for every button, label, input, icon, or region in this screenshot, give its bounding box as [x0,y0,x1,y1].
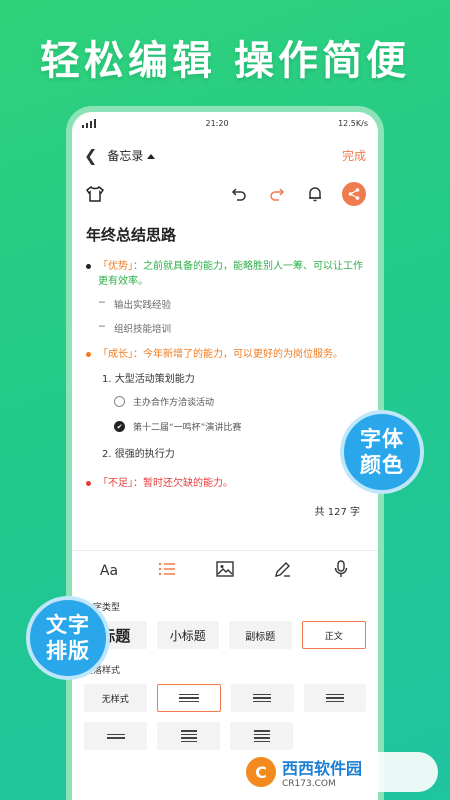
status-bar: 21:20 12.5K/s [72,112,378,134]
note-title[interactable]: 年终总结思路 [86,224,364,245]
list-icon [158,562,175,575]
weakness-label: 「不足」 [98,478,133,489]
status-time: 21:20 [205,118,229,128]
reminder-bell-icon[interactable] [304,183,326,205]
task-item-unchecked[interactable]: 主办合作方洽谈活动 [114,395,364,408]
paragraph-style-row-2 [84,722,366,750]
format-panel: 文字类型 标题 小标题 副标题 正文 段落样式 无样式 [72,590,378,750]
microphone-icon [334,559,348,577]
watermark-logo-icon: C [246,757,276,787]
nav-bar: ❮ 备忘录 完成 [72,134,378,176]
indent-icon [180,730,197,742]
task-item-checked[interactable]: ✔ 第十二届“一鸣杯”演讲比赛 [114,420,364,433]
checklist-option[interactable] [84,722,147,750]
checklist-icon [106,733,125,739]
insert-image-tab[interactable] [210,560,240,581]
back-icon[interactable]: ❮ [84,146,97,165]
outdent-icon [253,730,270,742]
weakness-text: ：暂时还欠缺的能力。 [133,478,233,489]
status-speed: 12.5K/s [338,118,368,128]
font-style-tab[interactable]: Aa [94,563,124,579]
numbered-list-option[interactable] [303,684,366,712]
note-content[interactable]: 年终总结思路 「优势」：之前就具备的能力，能略胜别人一筹、可以让工作更有效率。 … [72,212,378,518]
redo-icon[interactable] [266,183,288,205]
font-color-badge: 字体 颜色 [340,410,424,494]
share-icon [348,188,360,200]
pen-icon [275,561,290,577]
paragraph-style-label: 段落样式 [84,666,121,676]
phone-frame: 21:20 12.5K/s ❮ 备忘录 完成 年终总结思路 「优势」：之前就具备… [66,106,384,800]
checkbox-empty-icon[interactable] [114,396,125,407]
voice-input-tab[interactable] [326,559,356,582]
numbered-item-2[interactable]: 2. 很强的执行力 [102,445,364,460]
indent-option[interactable] [157,722,220,750]
advantage-text: ：之前就具备的能力，能略胜别人一筹、可以让工作更有效率。 [98,261,363,287]
outdent-option[interactable] [230,722,293,750]
bullet-advantage[interactable]: 「优势」：之前就具备的能力，能略胜别人一筹、可以让工作更有效率。 [86,259,364,289]
theme-shirt-icon[interactable] [84,183,106,205]
no-style-option[interactable]: 无样式 [84,684,147,712]
body-text-option[interactable]: 正文 [301,621,366,649]
text-type-options: 标题 小标题 副标题 正文 [84,621,366,649]
growth-label: 「成长」 [98,349,133,360]
bullet-list-icon [178,693,199,703]
numbered-list-icon [325,693,344,703]
watermark: C 西西软件园 CR173.COM [238,752,438,792]
list-format-tab[interactable] [152,562,182,580]
signal-icon [82,118,96,128]
paragraph-style-row-1: 无样式 [84,684,366,712]
image-icon [216,560,234,577]
share-button[interactable] [342,182,366,206]
undo-icon[interactable] [228,183,250,205]
subheading-option[interactable]: 小标题 [156,621,219,649]
bullet-weakness[interactable]: 「不足」：暂时还欠缺的能力。 [86,476,364,491]
bullet-growth[interactable]: 「成长」：今年新增了的能力，可以更好的为岗位服务。 [86,347,364,362]
dash-list-icon [253,693,272,703]
format-tabs: Aa [72,550,378,590]
edit-toolbar [72,176,378,212]
promo-headline: 轻松编辑 操作简便 [40,38,410,84]
advantage-label: 「优势」 [98,261,133,272]
numbered-item-1[interactable]: 1. 大型活动策划能力 [102,370,364,385]
text-type-label: 文字类型 [84,603,121,613]
word-count: 共 127 字 [314,507,360,518]
dash-list-option[interactable] [231,684,294,712]
sub-item-1[interactable]: − 输出实践经验 [98,297,364,311]
done-button[interactable]: 完成 [342,147,366,164]
handwriting-tab[interactable] [268,561,298,581]
sub-item-2[interactable]: − 组织技能培训 [98,321,364,335]
text-layout-badge: 文字 排版 [26,596,110,680]
bullet-list-option[interactable] [156,684,221,712]
secondary-heading-option[interactable]: 副标题 [229,621,292,649]
notebook-selector[interactable]: 备忘录 [107,147,155,164]
growth-text: ：今年新增了的能力，可以更好的为岗位服务。 [133,349,343,360]
checkbox-checked-icon[interactable]: ✔ [114,421,125,432]
